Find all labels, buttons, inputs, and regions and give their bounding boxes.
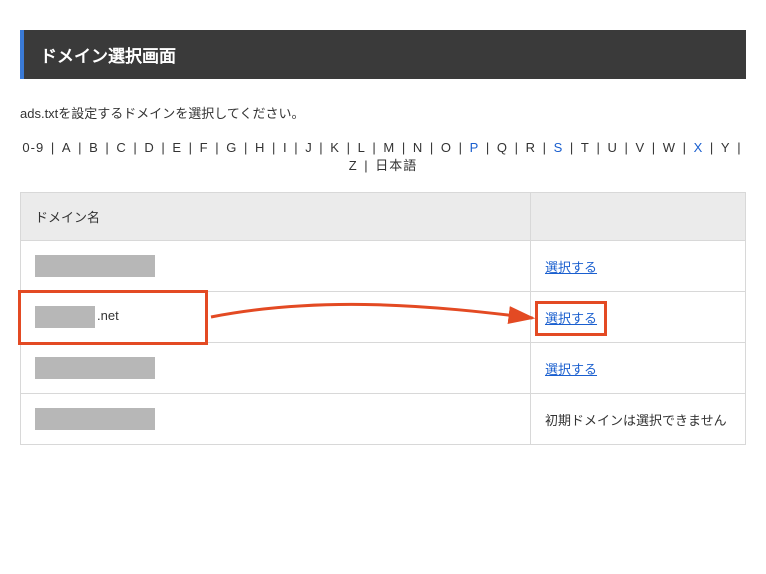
alpha-nav-item: M xyxy=(383,140,395,155)
page-title: ドメイン選択画面 xyxy=(40,42,730,67)
domain-table: ドメイン名 選択する.net選択する選択する初期ドメインは選択できません xyxy=(20,192,746,445)
table-row: 選択する xyxy=(21,241,746,292)
alpha-nav-item: Z xyxy=(349,158,358,173)
select-link[interactable]: 選択する xyxy=(545,311,597,326)
alpha-nav-separator: | xyxy=(397,140,411,155)
alpha-nav-item: V xyxy=(635,140,645,155)
masked-domain-bar xyxy=(35,306,95,328)
alpha-nav-separator: | xyxy=(565,140,579,155)
instruction-text: ads.txtを設定するドメインを選択してください。 xyxy=(20,103,746,122)
cell-action: 初期ドメインは選択できません xyxy=(531,394,746,445)
alpha-nav-separator: | xyxy=(184,140,198,155)
select-link[interactable]: 選択する xyxy=(545,260,597,275)
alpha-nav-item: C xyxy=(116,140,126,155)
alpha-nav-item: F xyxy=(200,140,209,155)
alpha-nav-separator: | xyxy=(101,140,115,155)
alpha-nav-separator: | xyxy=(368,140,382,155)
masked-domain-bar xyxy=(35,357,155,379)
alpha-nav-item[interactable]: S xyxy=(554,140,564,155)
alpha-nav-separator: | xyxy=(290,140,304,155)
alpha-nav-separator: | xyxy=(454,140,468,155)
alpha-nav-item: B xyxy=(89,140,99,155)
title-bar: ドメイン選択画面 xyxy=(20,30,746,79)
alpha-nav-item: G xyxy=(226,140,237,155)
alpha-nav-separator: | xyxy=(267,140,281,155)
table-wrap: ドメイン名 選択する.net選択する選択する初期ドメインは選択できません xyxy=(0,192,766,445)
table-row: 初期ドメインは選択できません xyxy=(21,394,746,445)
alpha-nav-item: W xyxy=(663,140,676,155)
cell-action: 選択する xyxy=(531,343,746,394)
alpha-nav: 0-9 | A | B | C | D | E | F | G | H | I … xyxy=(20,140,746,174)
alpha-nav-item: 日本語 xyxy=(375,158,417,173)
disabled-message: 初期ドメインは選択できません xyxy=(545,413,727,428)
col-header-action xyxy=(531,193,746,241)
alpha-nav-separator: | xyxy=(46,140,60,155)
cell-action: 選択する xyxy=(531,292,746,343)
alpha-nav-separator: | xyxy=(733,140,742,155)
alpha-nav-separator: | xyxy=(510,140,524,155)
alpha-nav-item: O xyxy=(441,140,452,155)
alpha-nav-item: 0-9 xyxy=(22,140,44,155)
alpha-nav-separator: | xyxy=(157,140,171,155)
table-row: 選択する xyxy=(21,343,746,394)
alpha-nav-separator: | xyxy=(705,140,719,155)
alpha-nav-item: Y xyxy=(721,140,731,155)
alpha-nav-separator: | xyxy=(620,140,634,155)
cell-action: 選択する xyxy=(531,241,746,292)
masked-domain-bar xyxy=(35,408,155,430)
alpha-nav-item[interactable]: X xyxy=(694,140,704,155)
alpha-nav-separator: | xyxy=(425,140,439,155)
alpha-nav-separator: | xyxy=(360,158,374,173)
cell-domain: .net xyxy=(21,292,531,343)
cell-domain xyxy=(21,241,531,292)
alpha-nav-separator: | xyxy=(239,140,253,155)
alpha-nav-separator: | xyxy=(678,140,692,155)
masked-domain-bar xyxy=(35,255,155,277)
alpha-nav-item: J xyxy=(305,140,313,155)
select-link[interactable]: 選択する xyxy=(545,362,597,377)
alpha-nav-item: U xyxy=(607,140,617,155)
cell-domain xyxy=(21,394,531,445)
table-row: .net 選択する xyxy=(21,292,746,343)
alpha-nav-separator: | xyxy=(342,140,356,155)
alpha-nav-item: L xyxy=(358,140,366,155)
alpha-nav-item: K xyxy=(330,140,340,155)
alpha-nav-item: R xyxy=(526,140,536,155)
alpha-nav-item: E xyxy=(172,140,182,155)
alpha-nav-item[interactable]: P xyxy=(470,140,480,155)
alpha-nav-item: N xyxy=(413,140,423,155)
alpha-nav-item: Q xyxy=(497,140,508,155)
alpha-nav-separator: | xyxy=(647,140,661,155)
alpha-nav-separator: | xyxy=(592,140,606,155)
domain-suffix: .net xyxy=(97,308,119,323)
alpha-nav-separator: | xyxy=(211,140,225,155)
alpha-nav-separator: | xyxy=(538,140,552,155)
alpha-nav-item: I xyxy=(283,140,288,155)
alpha-nav-separator: | xyxy=(315,140,329,155)
alpha-nav-item: A xyxy=(62,140,72,155)
cell-domain xyxy=(21,343,531,394)
alpha-nav-item: D xyxy=(144,140,154,155)
alpha-nav-item: H xyxy=(255,140,265,155)
alpha-nav-separator: | xyxy=(129,140,143,155)
alpha-nav-item: T xyxy=(581,140,590,155)
alpha-nav-separator: | xyxy=(481,140,495,155)
alpha-nav-separator: | xyxy=(73,140,87,155)
col-header-domain: ドメイン名 xyxy=(21,193,531,241)
